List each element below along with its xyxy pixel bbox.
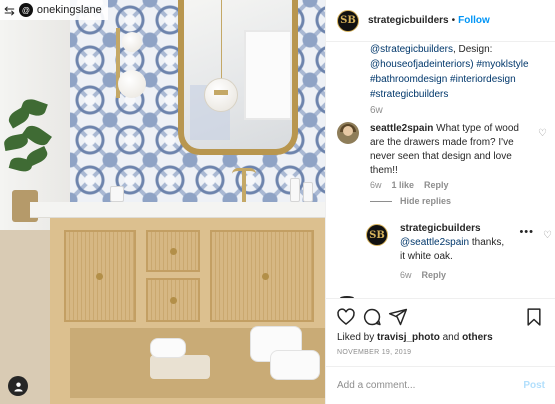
- comment-likes[interactable]: 1 like: [392, 180, 415, 190]
- hide-replies-line: [370, 200, 392, 202]
- like-reply-heart-icon[interactable]: ♡: [543, 230, 552, 241]
- reply-username[interactable]: strategicbuilders: [400, 222, 510, 236]
- comment-icon[interactable]: [362, 307, 382, 327]
- commenter-avatar[interactable]: [337, 122, 359, 144]
- reply-reply-button[interactable]: Reply: [422, 270, 447, 280]
- follow-button[interactable]: Follow: [458, 15, 490, 26]
- post-photo[interactable]: ⇆ @ onekingslane: [0, 0, 325, 404]
- add-comment-bar: Post: [326, 366, 555, 404]
- caption-line[interactable]: #bathroomdesign #interiordesign: [370, 72, 545, 87]
- caption-mention[interactable]: @strategicbuilders: [370, 44, 453, 55]
- repost-username[interactable]: onekingslane: [37, 4, 102, 16]
- author-avatar[interactable]: SB: [337, 9, 359, 32]
- liked-by-others[interactable]: others: [462, 332, 493, 343]
- post-sidebar: SB strategicbuilders • Follow @strategic…: [325, 0, 555, 404]
- reply-time[interactable]: 6w: [400, 270, 412, 280]
- like-comment-heart-icon[interactable]: ♡: [538, 128, 547, 139]
- caption-line[interactable]: #strategicbuilders: [370, 87, 545, 102]
- post-date[interactable]: NOVEMBER 19, 2019: [337, 349, 411, 356]
- comment-input[interactable]: [337, 380, 524, 391]
- user-tag-button[interactable]: [8, 376, 28, 396]
- hide-replies-button[interactable]: Hide replies: [370, 196, 451, 206]
- caption-line[interactable]: @houseofjadeinteriors) #myoklstyle: [370, 57, 545, 72]
- liked-by: Liked by travisj_photo and others: [337, 332, 493, 343]
- comment-time[interactable]: 6w: [370, 180, 382, 190]
- post-header: SB strategicbuilders • Follow: [326, 0, 555, 42]
- reply-mention[interactable]: @seattle2spain: [400, 237, 469, 248]
- more-options-icon[interactable]: •••: [519, 226, 534, 238]
- countertop: [30, 202, 325, 218]
- bookmark-icon[interactable]: [524, 307, 544, 327]
- post-comment-button[interactable]: Post: [523, 380, 545, 391]
- author-username[interactable]: strategicbuilders: [368, 15, 449, 26]
- reply-button[interactable]: Reply: [424, 180, 449, 190]
- repost-avatar[interactable]: @: [18, 3, 33, 17]
- reply-body: strategicbuilders @seattle2spain thanks,…: [400, 222, 510, 264]
- comments-list[interactable]: @strategicbuilders, Design: @houseofjade…: [326, 42, 555, 298]
- heart-icon[interactable]: [336, 307, 356, 327]
- towel-basket: [150, 355, 210, 379]
- mirror: [178, 0, 298, 155]
- share-icon[interactable]: [388, 307, 408, 327]
- comment-username[interactable]: seattle2spain: [370, 123, 433, 134]
- repost-icon: ⇆: [4, 2, 15, 18]
- comment-meta: 6w 1 like Reply: [370, 180, 449, 190]
- caption-timestamp[interactable]: 6w: [370, 105, 383, 116]
- pendant-light: [221, 0, 222, 82]
- comment-body: seattle2spain What type of wood are the …: [370, 122, 532, 178]
- reply-meta: 6w Reply: [400, 270, 446, 280]
- reply-item: SB strategicbuilders @seattle2spain than…: [366, 222, 552, 292]
- repost-bar: ⇆ @ onekingslane: [0, 0, 108, 20]
- user-icon: [13, 381, 23, 392]
- header-separator: •: [451, 15, 456, 26]
- reply-avatar[interactable]: SB: [366, 224, 388, 246]
- caption-text: @strategicbuilders, Design: @houseofjade…: [370, 42, 545, 102]
- liked-by-user[interactable]: travisj_photo: [377, 332, 440, 343]
